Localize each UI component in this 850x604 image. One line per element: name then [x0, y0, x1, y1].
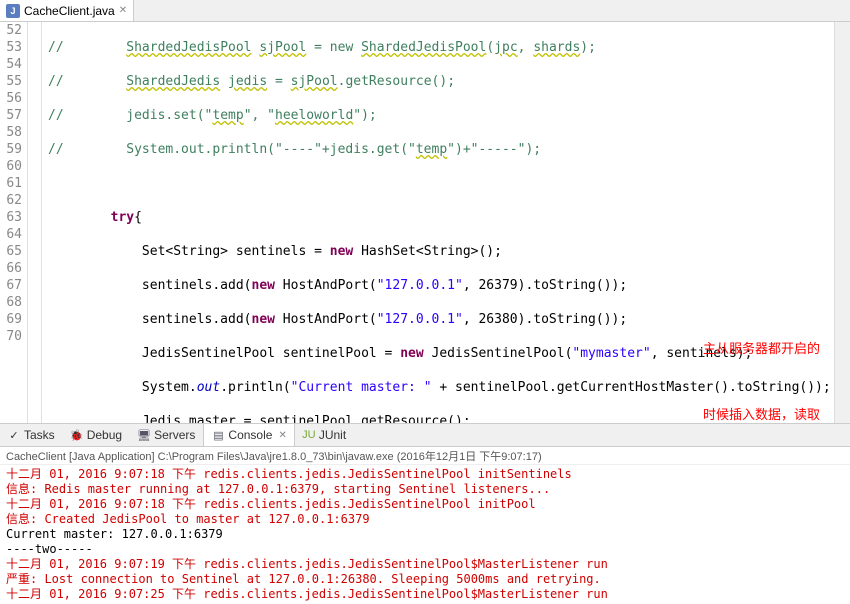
servers-icon: 🖥 — [137, 428, 151, 442]
console-process-label: CacheClient [Java Application] C:\Progra… — [0, 447, 850, 465]
tab-tasks[interactable]: ✓ Tasks — [0, 424, 63, 446]
editor-tab-bar: J CacheClient.java ✕ — [0, 0, 850, 22]
views-tab-bar: ✓ Tasks 🐞 Debug 🖥 Servers ▤ Console ✕ JU… — [0, 423, 850, 447]
java-file-icon: J — [6, 4, 20, 18]
junit-icon: JU — [302, 428, 316, 442]
console-output[interactable]: 十二月 01, 2016 9:07:18 下午 redis.clients.je… — [0, 465, 850, 604]
console-line: 十二月 01, 2016 9:07:18 下午 redis.clients.je… — [6, 467, 844, 482]
console-line: 十二月 01, 2016 9:07:18 下午 redis.clients.je… — [6, 497, 844, 512]
annotation-note: 主从服务器都开启的 时候插入数据，读取 数据都没问题 — [703, 294, 820, 423]
tab-cacheclient[interactable]: J CacheClient.java ✕ — [0, 0, 134, 21]
close-icon[interactable]: ✕ — [278, 430, 286, 441]
debug-icon: 🐞 — [70, 428, 84, 442]
console-line: Current master: 127.0.0.1:6379 — [6, 527, 844, 542]
console-line: 十二月 01, 2016 9:07:25 下午 redis.clients.je… — [6, 587, 844, 602]
console-line: 严重: Lost connection to Sentinel at 127.0… — [6, 572, 844, 587]
console-line: ----two----- — [6, 542, 844, 557]
tasks-icon: ✓ — [7, 428, 21, 442]
console-line: 十二月 01, 2016 9:07:19 下午 redis.clients.je… — [6, 557, 844, 572]
tab-filename: CacheClient.java — [24, 4, 115, 18]
tab-console[interactable]: ▤ Console ✕ — [203, 424, 294, 446]
tab-junit[interactable]: JU JUnit — [295, 424, 354, 446]
tab-debug[interactable]: 🐞 Debug — [63, 424, 130, 446]
line-number-gutter: 52535455565758596061626364656667686970 — [0, 22, 28, 423]
marker-gutter — [28, 22, 42, 423]
close-icon[interactable]: ✕ — [119, 5, 127, 16]
code-content[interactable]: // ShardedJedisPool sjPool = new Sharded… — [42, 22, 834, 423]
tab-servers[interactable]: 🖥 Servers — [130, 424, 203, 446]
vertical-scrollbar[interactable] — [834, 22, 850, 423]
code-editor[interactable]: 52535455565758596061626364656667686970 /… — [0, 22, 850, 423]
console-icon: ▤ — [211, 428, 225, 442]
console-line: 信息: Redis master running at 127.0.0.1:63… — [6, 482, 844, 497]
console-line: 信息: Created JedisPool to master at 127.0… — [6, 512, 844, 527]
